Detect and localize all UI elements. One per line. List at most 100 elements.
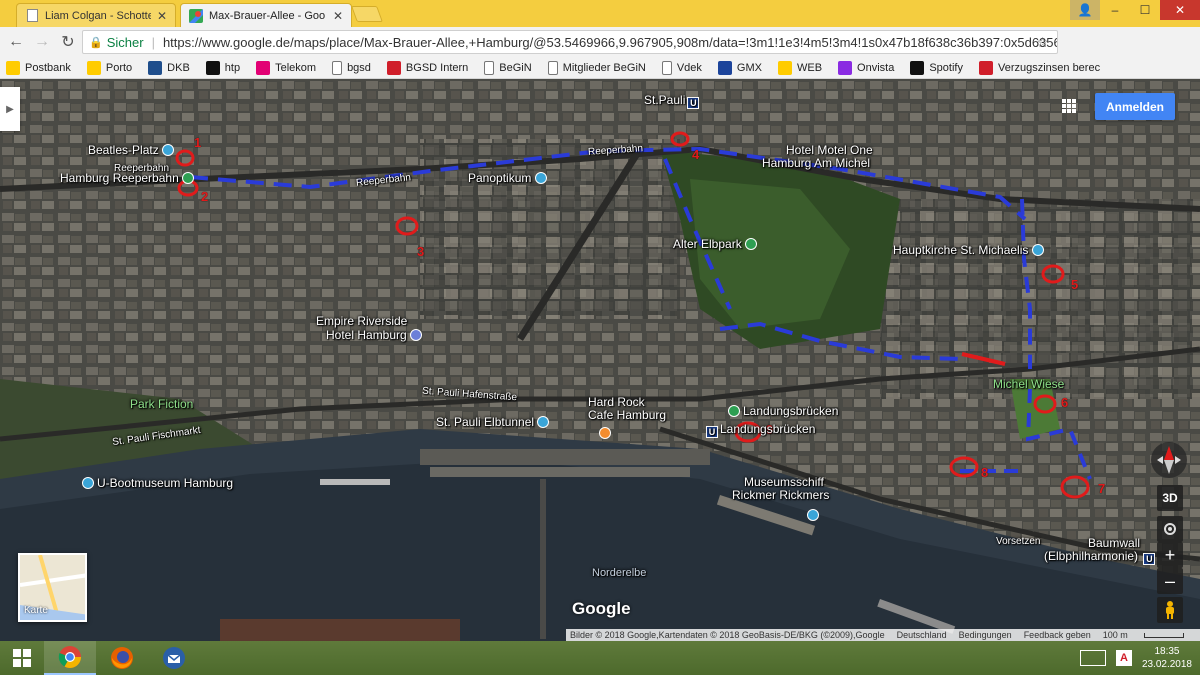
bookmark-item[interactable]: Telekom — [256, 60, 317, 75]
zoom-out-button[interactable]: – — [1157, 568, 1183, 594]
telekom-icon — [256, 60, 271, 75]
park-label[interactable]: Michel Wiese — [993, 377, 1064, 391]
bookmark-item[interactable]: BGSD Intern — [386, 60, 468, 75]
adobe-icon[interactable]: A — [1115, 650, 1132, 666]
bookmark-item[interactable]: htp — [205, 60, 240, 75]
maximize-button[interactable]: ☐ — [1130, 0, 1160, 20]
system-tray: A 18:35 23.02.2018 — [1079, 641, 1200, 675]
bookmark-item[interactable]: Verzugszinsen berec — [978, 60, 1100, 75]
tab-title: Liam Colgan - Schotte se — [45, 9, 151, 22]
image-credit: Bilder © 2018 Google,Kartendaten © 2018 … — [570, 630, 885, 640]
bookmark-item[interactable]: Postbank — [6, 60, 71, 75]
bookmark-label: Telekom — [275, 61, 317, 74]
place-label[interactable]: St. Pauli Elbtunnel — [436, 415, 552, 429]
ubahn-icon: U — [1143, 553, 1156, 565]
train-station-icon — [728, 405, 740, 417]
place-label[interactable]: Museumsschiff — [744, 475, 824, 489]
country-link[interactable]: Deutschland — [897, 630, 947, 640]
bookmark-item[interactable]: DKB — [148, 60, 190, 75]
close-icon[interactable]: ✕ — [333, 9, 343, 23]
apps-grid-icon[interactable] — [1062, 99, 1076, 113]
compass-icon[interactable] — [1151, 442, 1187, 478]
scale-label[interactable]: 100 m — [1103, 630, 1196, 640]
bookmark-label: BeGiN — [499, 61, 532, 74]
bookmark-item[interactable]: Onvista — [838, 60, 894, 75]
my-location-button[interactable] — [1157, 516, 1183, 542]
poi-icon — [162, 144, 175, 156]
close-window-button[interactable]: ✕ — [1160, 0, 1200, 20]
keyboard-icon[interactable] — [1079, 650, 1106, 666]
ubahn-icon: U — [687, 97, 700, 109]
place-label[interactable]: Cafe Hamburg — [588, 408, 666, 422]
close-icon[interactable]: ✕ — [157, 9, 167, 23]
tab-liam-colgan[interactable]: Liam Colgan - Schotte se ✕ — [16, 3, 176, 27]
annotation-number: 2 — [201, 189, 209, 204]
hotel-icon — [410, 329, 423, 341]
place-label[interactable]: Empire Riverside — [316, 314, 407, 328]
station-label[interactable]: Landungsbrücken — [728, 404, 838, 418]
bookmark-item[interactable]: Porto — [86, 60, 132, 75]
windows-taskbar: A 18:35 23.02.2018 — [0, 641, 1200, 675]
place-label[interactable]: Beatles-Platz — [88, 143, 177, 157]
zoom-in-button[interactable]: + — [1157, 542, 1183, 568]
dkb-icon — [148, 60, 163, 75]
chrome-icon[interactable] — [44, 641, 96, 675]
station-label[interactable]: Baumwall — [1088, 536, 1140, 550]
windows-start-icon[interactable] — [0, 641, 44, 675]
bookmark-label: GMX — [736, 61, 762, 74]
station-label[interactable]: St.Pauli U — [644, 93, 701, 109]
new-tab-button[interactable] — [351, 6, 383, 22]
place-label[interactable]: U-Bootmuseum Hamburg — [82, 476, 233, 490]
bookmark-item[interactable]: Vdek — [661, 60, 702, 75]
map-type-label: Karte — [24, 605, 48, 616]
htp-icon — [205, 60, 220, 75]
bookmark-item[interactable]: Spotify — [910, 60, 963, 75]
star-icon[interactable]: ☆ — [1036, 34, 1049, 51]
poi-icon — [534, 172, 547, 184]
side-panel-toggle[interactable]: ▶ — [0, 87, 20, 131]
pegman-icon[interactable] — [1157, 597, 1183, 623]
place-label[interactable]: Hotel Motel One — [786, 143, 873, 157]
map-type-toggle[interactable]: Karte — [18, 553, 87, 622]
bookmark-item[interactable]: bgsd — [332, 60, 371, 75]
tab-google-maps[interactable]: Max-Brauer-Allee - Goo ✕ — [180, 3, 352, 27]
bookmark-item[interactable]: WEB — [777, 60, 822, 75]
page-icon — [661, 60, 672, 75]
place-label[interactable]: Alter Elbpark — [673, 237, 760, 251]
clock[interactable]: 18:35 23.02.2018 — [1142, 645, 1192, 671]
google-logo: Google — [572, 599, 631, 618]
station-label[interactable]: U Landungsbrücken — [704, 422, 815, 438]
feedback-link[interactable]: Feedback geben — [1024, 630, 1091, 640]
bookmark-label: DKB — [167, 61, 190, 74]
museum-icon[interactable] — [807, 509, 819, 521]
back-arrow-icon[interactable]: ← — [3, 29, 29, 55]
address-bar[interactable]: 🔒 Sicher | https://www.google.de/maps/pl… — [82, 30, 1058, 54]
bookmark-label: Postbank — [25, 61, 71, 74]
sign-in-button[interactable]: Anmelden — [1095, 93, 1175, 120]
scale-bar — [1143, 633, 1184, 638]
reload-icon[interactable]: ↻ — [55, 29, 81, 55]
firefox-icon[interactable] — [96, 641, 148, 675]
tab-title: Max-Brauer-Allee - Goo — [209, 9, 326, 22]
bookmark-item[interactable]: BeGiN — [484, 60, 532, 75]
thunderbird-icon[interactable] — [148, 641, 200, 675]
terms-link[interactable]: Bedingungen — [959, 630, 1012, 640]
user-icon[interactable]: 👤 — [1070, 0, 1100, 20]
bookmark-label: Spotify — [929, 61, 963, 74]
forward-arrow-icon[interactable]: → — [29, 29, 55, 55]
minimize-button[interactable]: – — [1100, 0, 1130, 20]
station-label[interactable]: Hamburg Reeperbahn — [60, 171, 197, 185]
verzugszinsen-icon — [978, 60, 993, 75]
ubahn-icon: U — [706, 426, 718, 438]
web-icon — [777, 60, 792, 75]
tilt-3d-button[interactable]: 3D — [1157, 485, 1183, 511]
place-label[interactable]: Panoptikum — [468, 171, 550, 185]
park-label[interactable]: Park Fiction — [130, 397, 193, 411]
place-label[interactable]: Hard Rock — [588, 395, 645, 409]
satellite-map[interactable]: 1 2 3 4 5 6 7 8 9 Beatles-Platz Reeperba… — [0, 79, 1200, 641]
tab-strip: Liam Colgan - Schotte se ✕ Max-Brauer-Al… — [0, 0, 1200, 27]
place-label[interactable]: Hauptkirche St. Michaelis — [893, 243, 1047, 257]
bookmark-item[interactable]: GMX — [717, 60, 762, 75]
bookmark-item[interactable]: Mitglieder BeGiN — [547, 60, 646, 75]
restaurant-icon[interactable] — [599, 427, 611, 439]
